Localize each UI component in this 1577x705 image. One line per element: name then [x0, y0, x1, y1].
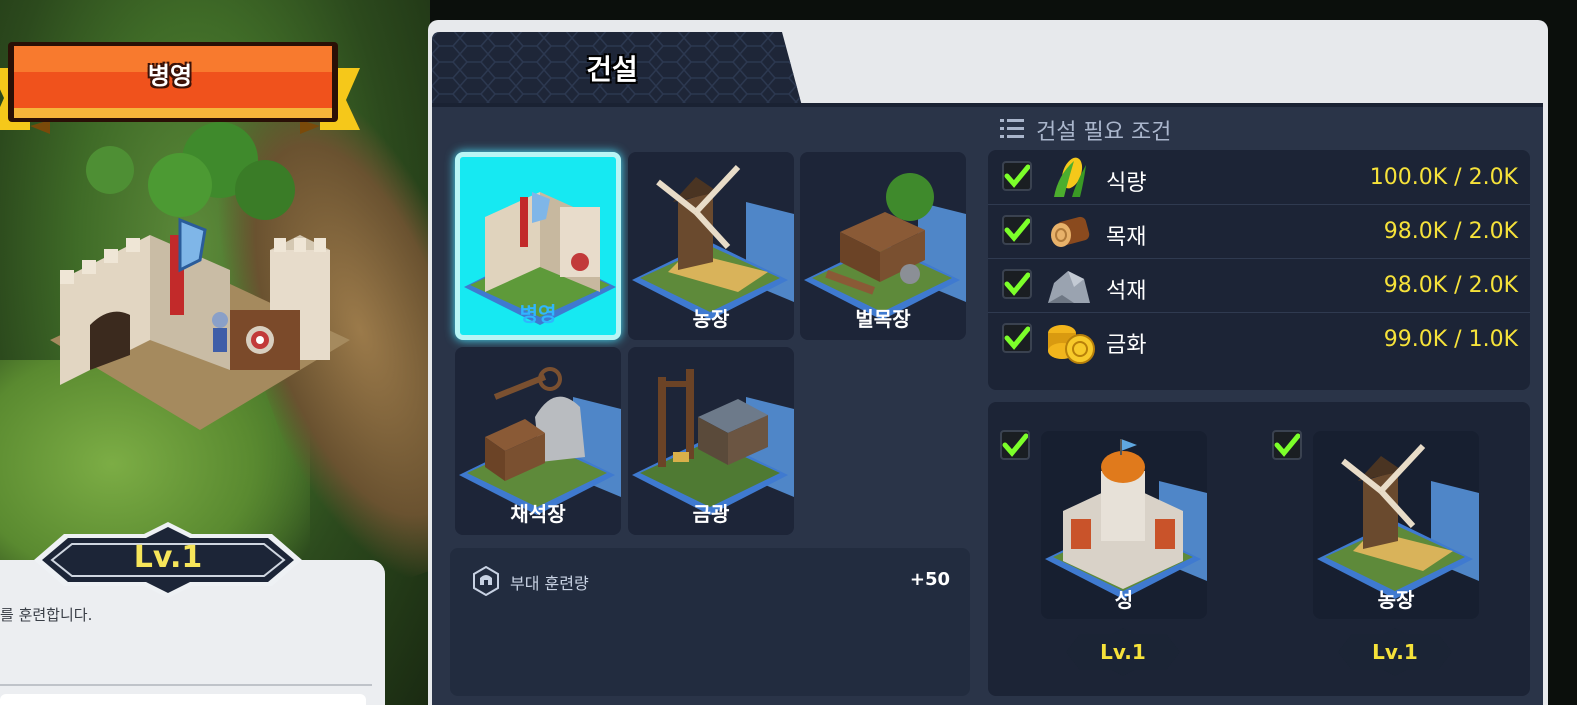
building-card-quarry[interactable]: 채석장 [455, 347, 621, 535]
building-title: 병영 [147, 62, 193, 90]
check-icon [1000, 430, 1030, 460]
building-card-label: 농장 [692, 307, 730, 331]
resource-row-food: 식량 100.0K / 2.0K [988, 151, 1530, 205]
gold-coin-icon [1048, 325, 1095, 364]
check-icon [1002, 215, 1032, 245]
stone-icon [1048, 271, 1090, 303]
list-icon [1000, 119, 1024, 138]
prerequisite-card-farm[interactable]: 농장 [1313, 431, 1479, 619]
resource-amount: 99.0K / 1.0K [1383, 327, 1518, 352]
resource-name: 석재 [1106, 279, 1147, 304]
resource-name: 목재 [1106, 225, 1147, 250]
resource-amount: 100.0K / 2.0K [1369, 165, 1518, 190]
info-field [0, 694, 366, 705]
check-icon [1002, 269, 1032, 299]
divider [0, 684, 372, 686]
prerequisite-level: Lv.1 [1372, 640, 1418, 664]
helmet-icon [473, 566, 499, 596]
building-card-label: 벌목장 [855, 307, 911, 331]
building-card-label: 채석장 [510, 502, 566, 526]
resource-row-wood: 목재 98.0K / 2.0K [988, 205, 1530, 259]
resource-row-stone: 석재 98.0K / 2.0K [988, 259, 1530, 313]
check-icon [1272, 430, 1302, 460]
building-card-gold-mine[interactable]: 금광 [628, 347, 794, 535]
building-card-label: 금광 [692, 502, 730, 526]
troop-training-value: +50 [909, 569, 950, 590]
resource-amount: 98.0K / 2.0K [1383, 219, 1518, 244]
prerequisite-label: 농장 [1377, 588, 1415, 612]
requirements-title: 건설 필요 조건 [1036, 120, 1172, 145]
corn-icon [1054, 157, 1086, 197]
log-icon [1051, 216, 1090, 247]
resource-row-gold: 금화 99.0K / 1.0K [988, 313, 1530, 367]
check-icon [1002, 161, 1032, 191]
resource-name: 식량 [1106, 171, 1147, 196]
prerequisite-card-castle[interactable]: 성 [1041, 431, 1207, 619]
check-icon [1002, 323, 1032, 353]
prerequisite-label: 성 [1114, 588, 1134, 612]
building-level: Lv.1 [133, 540, 203, 575]
building-card-barracks[interactable]: 병영 [455, 152, 621, 340]
tab-construction-label: 건설 [586, 53, 638, 86]
resource-name: 금화 [1106, 333, 1147, 358]
troop-training-label: 부대 훈련량 [510, 574, 589, 593]
building-card-lumber-mill[interactable]: 벌목장 [800, 152, 966, 340]
building-card-label: 병영 [519, 302, 557, 326]
building-card-farm[interactable]: 농장 [628, 152, 794, 340]
prerequisite-level: Lv.1 [1100, 640, 1146, 664]
barracks-illustration [50, 122, 350, 430]
building-description: 를 훈련합니다. [0, 606, 93, 624]
resource-amount: 98.0K / 2.0K [1383, 273, 1518, 298]
